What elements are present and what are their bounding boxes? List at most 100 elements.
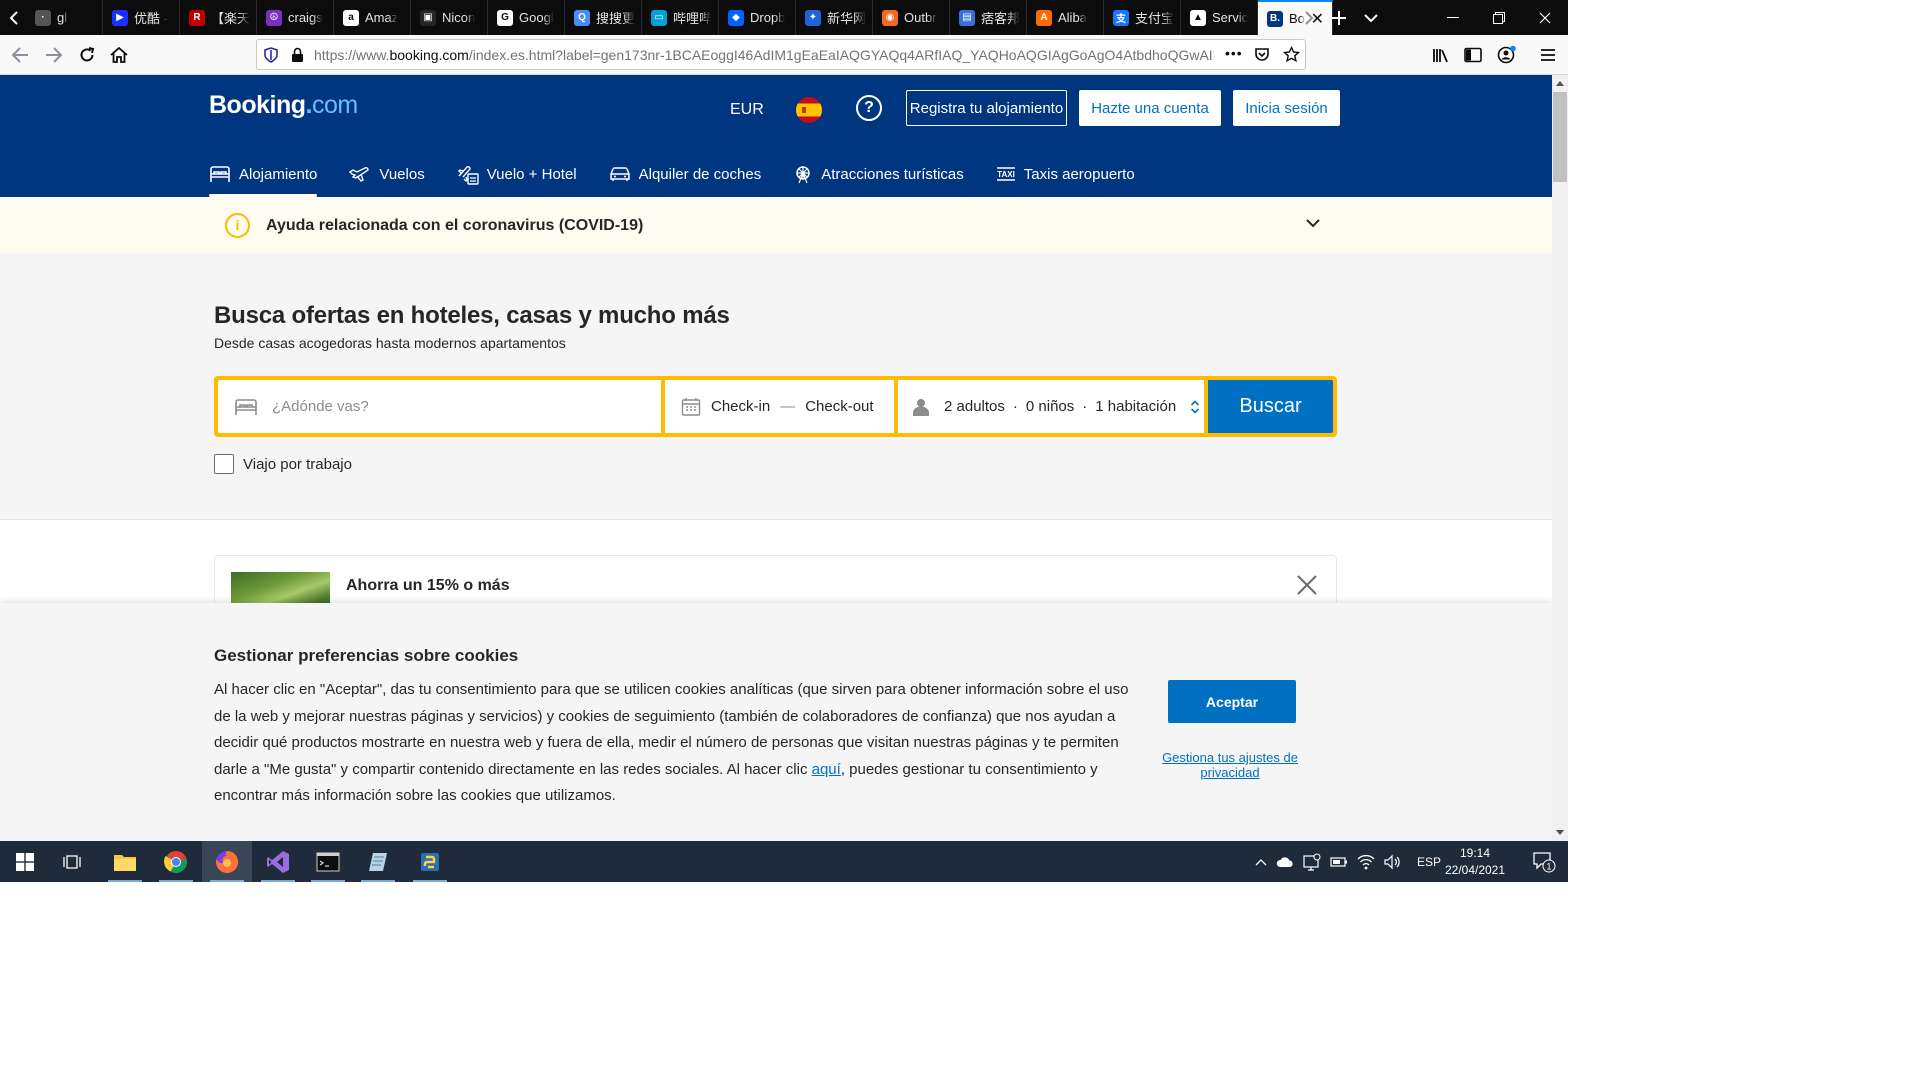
taskbar-clock[interactable]: 19:14 22/04/2021 — [1440, 845, 1510, 879]
onedrive-cloud-icon[interactable] — [1276, 856, 1294, 868]
start-button[interactable] — [0, 841, 50, 882]
scroll-up-button[interactable] — [1552, 75, 1568, 91]
account-icon — [1497, 45, 1516, 64]
chevron-left-icon — [9, 10, 18, 25]
nav-flights[interactable]: Vuelos — [333, 151, 440, 197]
booking-logo[interactable]: Booking.com — [209, 91, 358, 120]
action-center-button[interactable]: 1 — [1520, 841, 1568, 882]
browser-tab[interactable]: A Aliba — [1027, 0, 1104, 35]
close-icon[interactable] — [1296, 574, 1318, 596]
nav-label: Vuelo + Hotel — [486, 165, 577, 183]
spain-flag-icon — [796, 97, 822, 123]
url-text[interactable]: https://www.booking.com/index.es.html?la… — [314, 47, 1214, 63]
forward-button[interactable] — [38, 39, 70, 71]
tabs-scroll-right-button[interactable] — [1295, 0, 1323, 35]
library-button[interactable] — [1425, 39, 1457, 71]
new-tab-button[interactable] — [1325, 0, 1353, 35]
account-button[interactable] — [1491, 39, 1523, 71]
taskbar-file-explorer[interactable] — [100, 841, 150, 882]
pocket-icon[interactable] — [1254, 47, 1270, 63]
browser-tab[interactable]: ◆ Dropb — [719, 0, 796, 35]
sidebar-icon — [1464, 47, 1482, 63]
browser-tab[interactable]: · gl — [26, 0, 103, 35]
browser-tab[interactable]: ▭ 哔哩哔 — [642, 0, 719, 35]
date-picker[interactable]: Check-in — Check-out — [665, 380, 894, 433]
sidebar-toggle-button[interactable] — [1457, 39, 1489, 71]
battery-icon[interactable] — [1330, 856, 1348, 868]
taskbar-python-app[interactable] — [405, 841, 455, 882]
browser-tab[interactable]: G Googl — [488, 0, 565, 35]
show-hidden-icons-chevron-icon[interactable] — [1255, 858, 1267, 866]
lock-icon[interactable] — [291, 47, 304, 63]
nav-attractions[interactable]: Atracciones turísticas — [777, 151, 980, 197]
register-property-button[interactable]: Registra tu alojamiento — [906, 90, 1067, 126]
address-bar[interactable]: https://www.booking.com/index.es.html?la… — [256, 39, 1306, 70]
nav-stays[interactable]: Alojamiento — [193, 151, 333, 197]
chrome-icon — [164, 850, 187, 873]
browser-tab[interactable]: ▶ 优酷 - — [103, 0, 180, 35]
wifi-icon[interactable] — [1357, 854, 1375, 870]
home-button[interactable] — [103, 39, 135, 71]
browser-tab-strip: · gl ▶ 优酷 - R 【楽天 ☮ craigs a Amaz ▣ Nicon G Googl Q 搜搜更… — [0, 0, 1568, 35]
search-button[interactable]: Buscar — [1208, 380, 1333, 433]
nav-airport-taxis[interactable]: TAXI Taxis aeropuerto — [980, 151, 1151, 197]
taskbar-chrome[interactable] — [151, 841, 201, 882]
create-account-button[interactable]: Hazte una cuenta — [1079, 90, 1221, 126]
page-actions-menu-button[interactable]: ••• — [1225, 45, 1243, 61]
logo-text: Booking — [209, 91, 306, 119]
browser-tab[interactable]: ✦ 新华网 — [796, 0, 873, 35]
window-minimize-button[interactable] — [1430, 0, 1476, 35]
windows-logo-icon — [16, 852, 34, 871]
nav-flight-hotel[interactable]: Vuelo + Hotel — [441, 151, 593, 197]
language-flag-selector[interactable] — [796, 97, 822, 123]
browser-tab[interactable]: Q 搜搜更 — [565, 0, 642, 35]
cookie-more-info-link[interactable]: aquí — [812, 761, 841, 778]
checkbox[interactable] — [214, 454, 234, 474]
scroll-down-button[interactable] — [1552, 824, 1568, 840]
nav-car-rental[interactable]: Alquiler de coches — [593, 151, 778, 197]
window-restore-button[interactable] — [1476, 0, 1522, 35]
help-button[interactable]: ? — [856, 95, 882, 121]
chevron-down-icon[interactable] — [1305, 217, 1321, 229]
task-view-button[interactable] — [48, 841, 98, 882]
destination-input[interactable]: ¿Adónde vas? — [218, 380, 661, 433]
browser-tab[interactable]: a Amaz — [334, 0, 411, 35]
back-button[interactable] — [4, 39, 36, 71]
info-icon: i — [225, 213, 250, 238]
browser-tab[interactable]: ◉ Outbr — [873, 0, 950, 35]
tab-title: Dropb — [750, 10, 786, 25]
taskbar-notes-app[interactable] — [353, 841, 403, 882]
reload-button[interactable] — [71, 39, 103, 71]
cookie-description: Al hacer clic en "Aceptar", das tu conse… — [214, 677, 1144, 810]
input-language-indicator[interactable]: ESP — [1417, 855, 1441, 869]
taskbar-firefox[interactable] — [202, 841, 252, 882]
browser-tab[interactable]: R 【楽天 — [180, 0, 257, 35]
volume-icon[interactable] — [1384, 854, 1402, 870]
tracking-protection-shield-icon[interactable] — [264, 47, 278, 63]
browser-tab[interactable]: ▣ Nicon — [411, 0, 488, 35]
tabs-scroll-left-button[interactable] — [0, 0, 28, 35]
taskbar-visual-studio[interactable] — [253, 841, 303, 882]
accept-cookies-button[interactable]: Aceptar — [1168, 680, 1296, 723]
business-trip-checkbox[interactable]: Viajo por trabajo — [214, 454, 352, 474]
browser-tab[interactable]: 支支付宝 — [1104, 0, 1181, 35]
alipay-icon: 支 — [1113, 9, 1129, 26]
taskbar-terminal[interactable] — [303, 841, 353, 882]
sign-in-button[interactable]: Inicia sesión — [1233, 90, 1340, 126]
nav-label: Alojamiento — [239, 165, 318, 183]
browser-tab[interactable]: ☮ craigs — [257, 0, 334, 35]
taxi-icon: TAXI — [996, 167, 1015, 181]
display-settings-icon[interactable] — [1303, 853, 1321, 871]
list-all-tabs-button[interactable] — [1357, 0, 1385, 35]
browser-tab[interactable]: ▲ Servic — [1181, 0, 1258, 35]
window-close-button[interactable] — [1522, 0, 1568, 35]
manage-privacy-settings-link[interactable]: Gestiona tus ajustes de privacidad — [1160, 750, 1300, 780]
app-menu-button[interactable] — [1532, 39, 1564, 71]
browser-tab[interactable]: ▤ 痞客邦 — [950, 0, 1027, 35]
guests-selector[interactable]: 2 adultos · 0 niños · 1 habitación — [898, 380, 1204, 433]
bookmark-star-icon[interactable] — [1283, 46, 1300, 63]
currency-selector[interactable]: EUR — [730, 101, 764, 119]
scrollbar-thumb[interactable] — [1553, 92, 1567, 182]
vertical-scrollbar[interactable] — [1552, 75, 1568, 841]
covid-banner[interactable]: i Ayuda relacionada con el coronavirus (… — [193, 197, 1335, 253]
